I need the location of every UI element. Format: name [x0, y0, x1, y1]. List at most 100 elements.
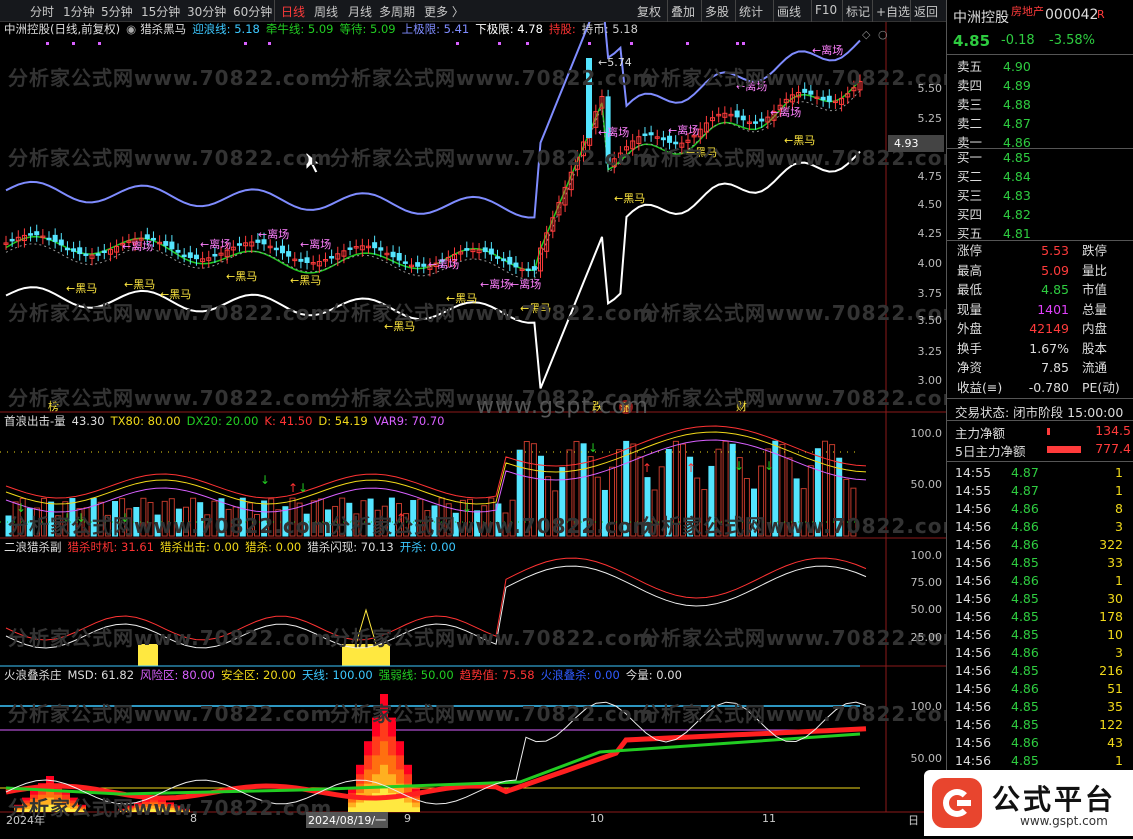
candle-body: [286, 251, 292, 257]
main_panel-param: 上极限: 5.41: [401, 22, 470, 36]
bid-price: 4.84: [1003, 169, 1031, 184]
divider: [735, 0, 736, 22]
tool-button-0[interactable]: 复权: [637, 3, 661, 20]
candle-body: [525, 268, 531, 272]
tick-price: 4.86: [1011, 501, 1039, 516]
candle-body: [298, 258, 304, 262]
period-tab-8[interactable]: 月线: [348, 3, 372, 20]
tool-button-5[interactable]: F10: [815, 3, 837, 17]
tick-volume: 33: [1107, 555, 1123, 570]
current-price-tag: 4.93: [888, 135, 944, 152]
entry-signal-label: ←黑马: [614, 192, 645, 205]
price-axis-tick: 3.50: [917, 314, 943, 327]
stat-value: 42149: [1029, 321, 1069, 336]
candle-body: [46, 237, 52, 241]
stat-value: 1401: [1037, 301, 1069, 317]
period-tab-1[interactable]: 1分钟: [63, 3, 95, 20]
panel2-title: 首浪出击-量: [4, 414, 66, 428]
tick-time: 14:56: [955, 753, 992, 768]
watermark: 分析家公式网www.70822.com: [330, 626, 655, 650]
divider: [811, 0, 812, 22]
tool-button-8[interactable]: 返回: [914, 3, 938, 20]
period-tab-5[interactable]: 60分钟: [233, 3, 272, 20]
tick-row: 14:56 4.85 178: [955, 608, 1127, 626]
watermark: 分析家公式网www.70822.com: [330, 514, 655, 538]
ask-row[interactable]: 卖五 4.90: [957, 58, 1129, 76]
main_panel-param: 迎浪线: 5.18: [192, 22, 260, 36]
tool-button-3[interactable]: 统计: [739, 3, 763, 20]
x-axis-label: 2024年: [6, 814, 45, 827]
entry-signal-label: ←黑马: [66, 282, 97, 295]
signal-dot: [456, 42, 459, 45]
period-tab-4[interactable]: 30分钟: [187, 3, 226, 20]
ask-row[interactable]: 卖三 4.88: [957, 96, 1129, 114]
stat-label-2: 市值: [1082, 282, 1108, 297]
bid-row[interactable]: 买四 4.82: [957, 206, 1129, 224]
bid-row[interactable]: 买二 4.84: [957, 168, 1129, 186]
period-tab-9[interactable]: 多周期: [379, 3, 415, 20]
fire-column: [356, 802, 364, 812]
up-arrow-icon: ↑: [288, 481, 298, 495]
candle-body: [488, 248, 494, 255]
watermark: 分析家公式网www.70822.com: [8, 626, 333, 650]
tick-volume: 216: [1099, 663, 1123, 678]
p3-axis-tick: 100.0: [910, 549, 943, 562]
p2-axis-tick: 100.0: [910, 427, 943, 440]
x-axis-label: 10: [590, 812, 604, 825]
chart-area[interactable]: ←5.74 ←离场 ←离场 ←离场 ←离场 ←离场 ←离场 ←离场 ←离场 ←离场 ←离场 ←离场 ←离…: [0, 0, 963, 836]
tick-price: 4.86: [1011, 681, 1039, 696]
period-tab-6[interactable]: 日线: [281, 3, 305, 20]
candle-body: [660, 137, 666, 141]
tick-volume: 35: [1107, 699, 1123, 714]
stat-label: 现量: [957, 301, 983, 317]
tick-row: 14:56 4.85 30: [955, 590, 1127, 608]
candle-body: [77, 247, 83, 255]
tool-button-4[interactable]: 画线: [777, 3, 801, 20]
indicator-eye-icon[interactable]: ◉: [126, 22, 136, 36]
stat-label-2: 内盘: [1082, 321, 1108, 336]
price-axis-tick: 3.75: [917, 287, 943, 300]
bid-row[interactable]: 买三 4.83: [957, 187, 1129, 205]
candle-body: [304, 257, 310, 263]
sector-label[interactable]: 房地产: [1011, 3, 1044, 19]
bid-row[interactable]: 买一 4.85: [957, 149, 1129, 167]
candle-body: [642, 133, 648, 137]
stat-row: 涨停 5.53 跌停: [957, 242, 1129, 260]
stat-row: 换手 1.67% 股本: [957, 340, 1129, 358]
main-flow-value: 134.5: [1095, 423, 1131, 438]
tick-volume: 1: [1115, 483, 1123, 498]
tick-row: 14:56 4.85 122: [955, 716, 1127, 734]
panel2-param: TX80: 80.00: [110, 414, 181, 428]
tool-button-6[interactable]: 标记: [846, 3, 870, 20]
main-flow5-value: 777.4: [1095, 441, 1131, 456]
signal-dot: [686, 42, 689, 45]
stock-code: 000042: [1045, 7, 1099, 23]
period-tab-3[interactable]: 15分钟: [141, 3, 180, 20]
tick-volume: 43: [1107, 735, 1123, 750]
period-tab-7[interactable]: 周线: [314, 3, 338, 20]
period-tab-0[interactable]: 分时: [30, 3, 54, 20]
watermark: 分析家公式网www.70822.com: [330, 146, 655, 170]
candle-body: [329, 256, 335, 259]
tick-price: 4.85: [1011, 699, 1039, 714]
period-tab-10[interactable]: 更多 〉: [424, 3, 464, 20]
period-tab-2[interactable]: 5分钟: [101, 3, 133, 20]
tick-price: 4.86: [1011, 573, 1039, 588]
tool-button-1[interactable]: 叠加: [671, 3, 695, 20]
panel3-param: 开杀: 0.00: [399, 540, 456, 554]
signal-dot: [46, 42, 49, 45]
ask-row[interactable]: 卖二 4.87: [957, 115, 1129, 133]
tool-button-7[interactable]: +自选: [876, 3, 910, 20]
stat-value: 5.09: [1041, 262, 1069, 278]
tool-button-2[interactable]: 多股: [705, 3, 729, 20]
signal-dot: [630, 42, 633, 45]
panel2-header: 首浪出击-量 43.30 TX80: 80.00 DX20: 20.00 K: 41.5…: [4, 414, 451, 429]
panel2-param: D: 54.19: [318, 414, 368, 428]
bid-label: 买三: [957, 188, 983, 203]
candle-body: [759, 118, 765, 122]
logo-url: www.gspt.com: [1020, 814, 1108, 828]
ask-row[interactable]: 卖四 4.89: [957, 77, 1129, 95]
x-axis-label: 9: [404, 812, 411, 825]
tick-price: 4.85: [1011, 591, 1039, 606]
tick-row: 14:56 4.85 35: [955, 698, 1127, 716]
